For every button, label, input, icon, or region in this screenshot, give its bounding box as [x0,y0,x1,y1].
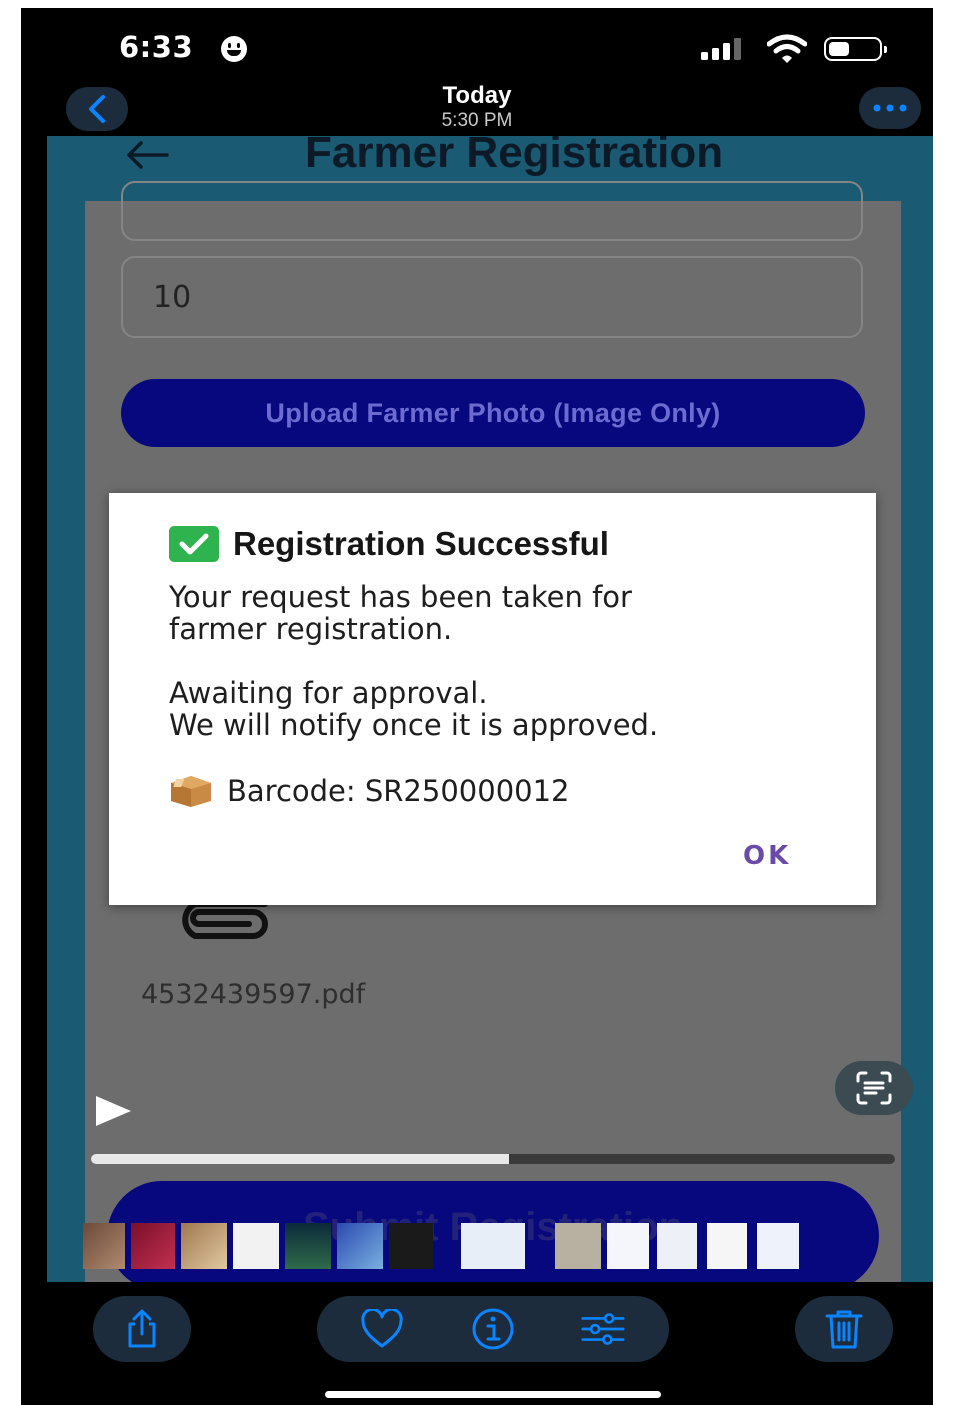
barcode-text: Barcode: SR250000012 [227,774,570,808]
thumbnail[interactable] [657,1223,697,1269]
delete-button[interactable] [795,1296,893,1362]
adjust-button[interactable] [581,1307,625,1351]
dialog-message-line: We will notify once it is approved. [169,708,659,742]
video-scrubber[interactable] [91,1154,895,1164]
share-icon [128,1309,156,1348]
dialog-message-line: farmer registration. [169,612,453,646]
thumbnail[interactable] [285,1223,331,1269]
photo-viewer: 6:33 Today 5:30 PM Farmer Registration 1… [21,8,933,1405]
barcode-row: Barcode: SR250000012 [169,774,570,808]
dialog-message-line: Awaiting for approval. [169,676,488,710]
quantity-input[interactable]: 10 [121,256,863,338]
ok-button[interactable]: OK [743,841,791,871]
action-group [317,1296,669,1362]
thumbnail[interactable] [131,1223,175,1269]
smiley-icon [221,36,247,62]
success-dialog: Registration Successful Your request has… [109,493,876,905]
app-page-title: Farmer Registration [305,136,724,177]
dialog-message-line: Your request has been taken for [169,580,632,614]
thumbnail[interactable] [461,1223,525,1269]
package-icon [171,776,211,807]
thumbnail[interactable] [233,1223,279,1269]
play-icon[interactable] [93,1094,133,1128]
viewer-title: Today [442,82,512,109]
thumbnail[interactable] [181,1223,227,1269]
thumbnail[interactable] [757,1223,799,1269]
info-button[interactable] [471,1307,515,1351]
attached-file-name: 4532439597.pdf [141,979,366,1010]
thumbnail[interactable] [337,1223,383,1269]
dialog-title: Registration Successful [233,525,609,562]
share-button[interactable] [93,1296,191,1362]
thumbnail[interactable] [555,1223,601,1269]
dialog-title-row: Registration Successful [169,525,609,563]
heart-icon [361,1309,403,1348]
battery-icon [824,37,887,61]
viewer-subtitle: 5:30 PM [441,110,513,131]
video-progress [91,1154,510,1164]
dialog-message: Your request has been taken for farmer r… [169,581,849,741]
thumbnail[interactable] [389,1223,433,1269]
home-indicator [325,1391,661,1398]
thumbnail[interactable] [607,1223,649,1269]
adjust-icon [581,1313,625,1345]
live-text-button[interactable] [835,1061,913,1115]
trash-icon [825,1310,863,1349]
info-icon [472,1308,514,1350]
app-back-arrow-icon[interactable] [125,140,169,170]
upload-photo-button[interactable]: Upload Farmer Photo (Image Only) [121,379,865,447]
thumbnail[interactable] [83,1223,125,1269]
previous-input-field[interactable] [121,181,863,241]
check-icon [169,526,219,562]
favorite-button[interactable] [360,1307,404,1351]
signal-icon [701,38,741,60]
status-time: 6:33 [119,30,194,64]
more-button[interactable] [859,87,921,129]
wifi-icon [767,34,807,63]
thumbnail[interactable] [707,1223,747,1269]
more-icon [873,104,907,112]
live-text-icon [856,1071,892,1105]
